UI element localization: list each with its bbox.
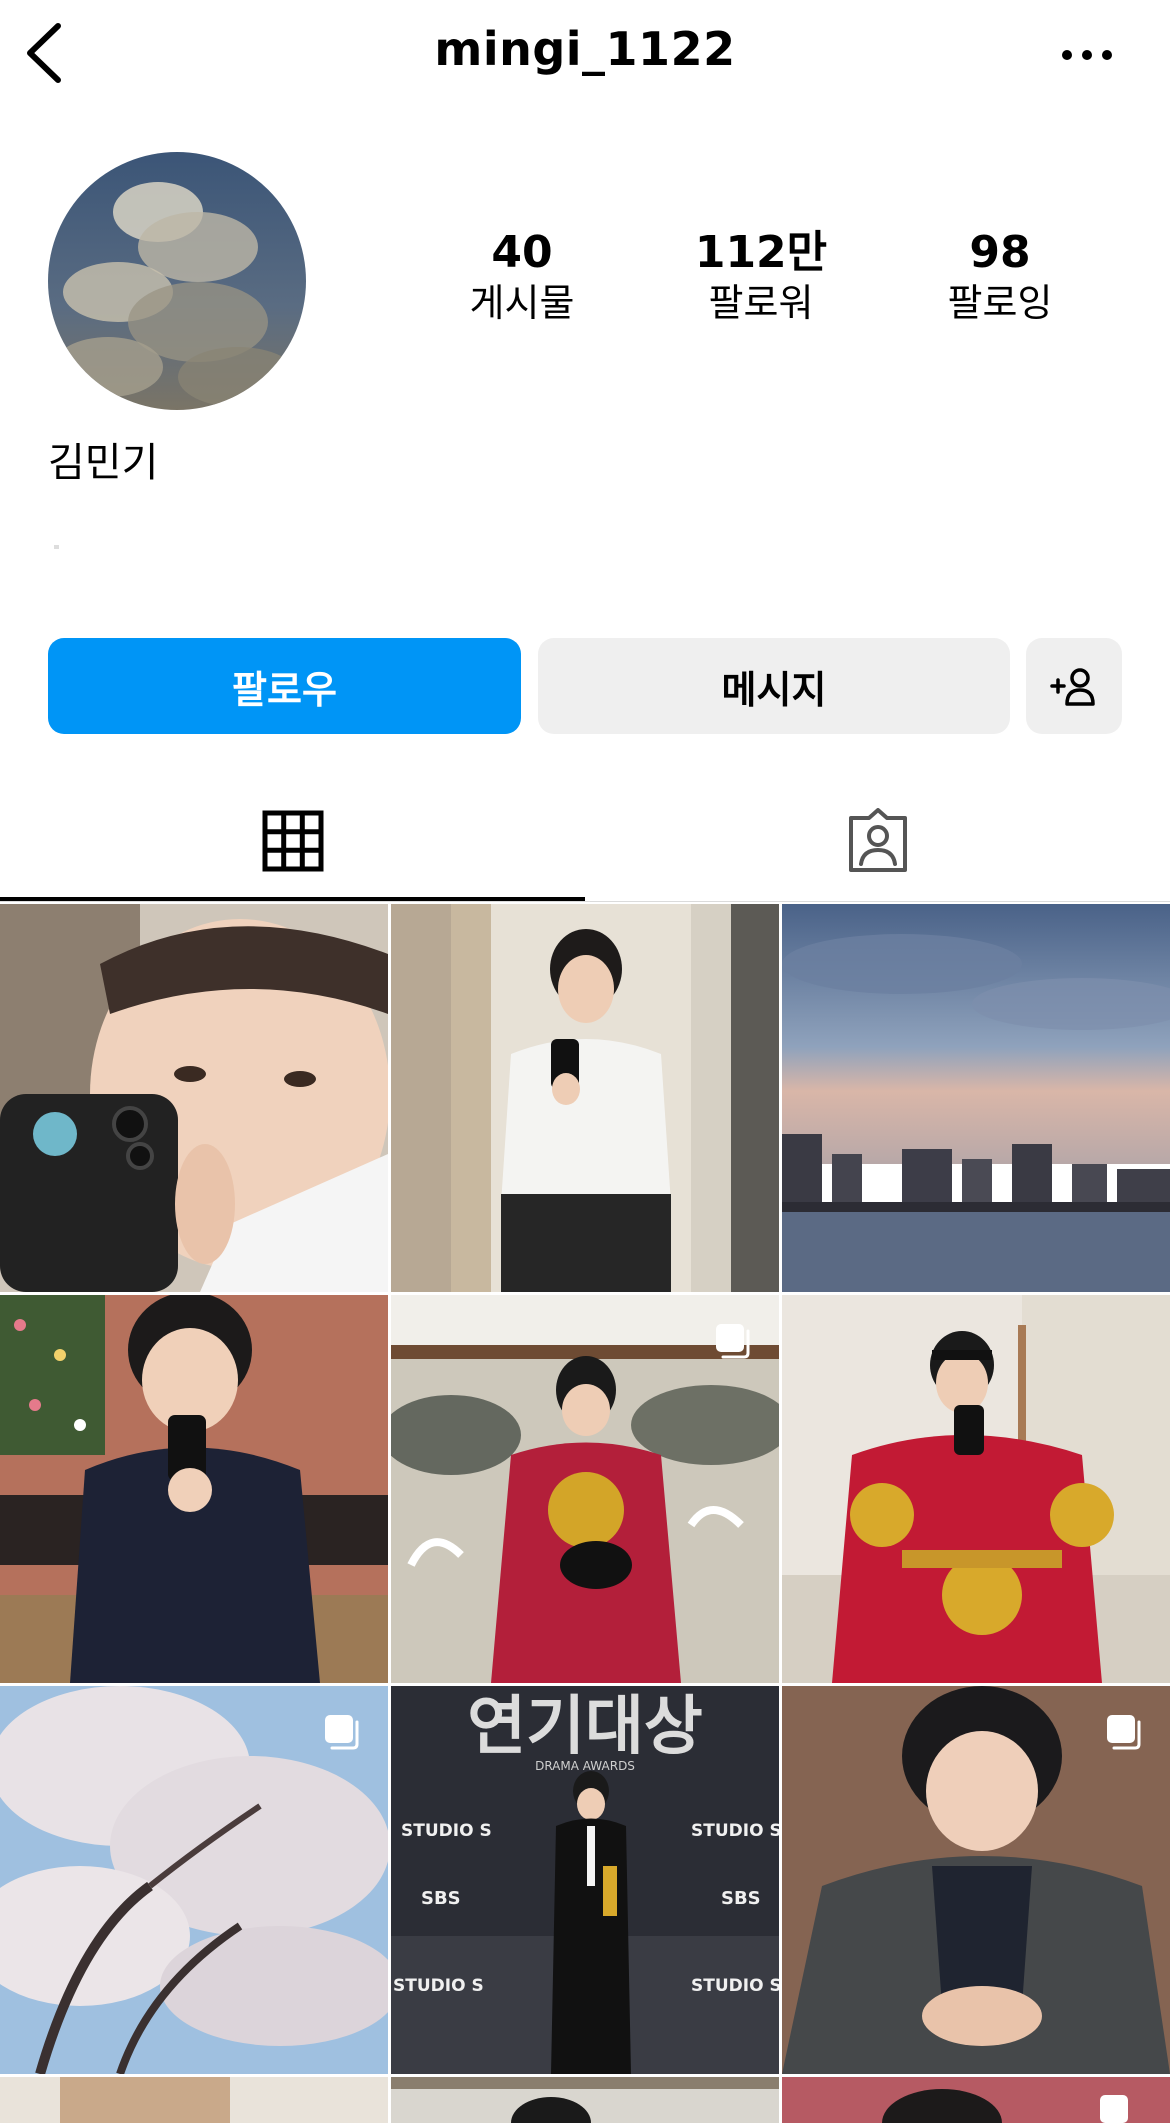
- profile-tabs: [0, 780, 1170, 902]
- backdrop-logo: SBS: [421, 1888, 461, 1909]
- post-thumbnail[interactable]: [0, 1686, 388, 2074]
- post-thumbnail[interactable]: [782, 2077, 1170, 2123]
- following-label: 팔로잉: [947, 281, 1053, 325]
- post-thumbnail[interactable]: [0, 904, 388, 1292]
- post-thumbnail[interactable]: 연기대상 DRAMA AWARDS STUDIO S SBS STUDIO S …: [391, 1686, 779, 2074]
- more-horizontal-icon: [1062, 50, 1112, 60]
- multiple-photos-icon: [1107, 1715, 1141, 1750]
- message-button-label: 메시지: [721, 667, 827, 712]
- avatar[interactable]: [48, 152, 306, 410]
- stat-following[interactable]: 98 팔로잉: [890, 228, 1110, 328]
- followers-count: 112만: [694, 227, 828, 278]
- bio-placeholder: [54, 545, 59, 549]
- followers-label: 팔로워: [708, 281, 814, 325]
- tab-tagged[interactable]: [585, 780, 1170, 902]
- follow-button-label: 팔로우: [232, 667, 337, 712]
- follow-button[interactable]: 팔로우: [48, 638, 521, 734]
- backdrop-logo: STUDIO S: [393, 1976, 484, 1996]
- top-bar: mingi_1122: [0, 0, 1170, 110]
- grid-icon: [262, 810, 323, 872]
- multiple-photos-icon: [716, 1324, 750, 1359]
- awards-sign-title: 연기대상: [467, 1690, 703, 1764]
- stat-followers[interactable]: 112만 팔로워: [651, 228, 871, 328]
- post-thumbnail[interactable]: [391, 1295, 779, 1683]
- stat-posts[interactable]: 40 게시물: [412, 228, 632, 328]
- post-thumbnail[interactable]: [0, 2077, 388, 2123]
- post-thumbnail[interactable]: [0, 1295, 388, 1683]
- awards-sign-subtitle: DRAMA AWARDS: [535, 1759, 635, 1773]
- post-thumbnail[interactable]: [391, 2077, 779, 2123]
- profile-username: mingi_1122: [434, 22, 736, 76]
- message-button[interactable]: 메시지: [538, 638, 1010, 734]
- suggest-accounts-button[interactable]: [1026, 638, 1122, 734]
- posts-count: 40: [491, 227, 553, 278]
- tab-posts-grid[interactable]: [0, 780, 585, 902]
- post-thumbnail[interactable]: [782, 1686, 1170, 2074]
- profile-full-name: 김민기: [48, 440, 159, 486]
- posts-label: 게시물: [469, 281, 575, 325]
- tagged-person-icon: [848, 808, 907, 872]
- tabs-divider: [0, 901, 1170, 902]
- following-count: 98: [969, 227, 1031, 278]
- backdrop-logo: SBS: [721, 1888, 761, 1909]
- add-person-icon: [1050, 668, 1095, 706]
- more-options-button[interactable]: [1052, 30, 1122, 80]
- post-thumbnail[interactable]: [782, 904, 1170, 1292]
- post-thumbnail[interactable]: [391, 904, 779, 1292]
- backdrop-logo: STUDIO S: [401, 1821, 492, 1841]
- post-thumbnail[interactable]: [782, 1295, 1170, 1683]
- multiple-photos-icon: [325, 1715, 359, 1750]
- backdrop-logo: STUDIO S: [691, 1976, 779, 1996]
- backdrop-logo: STUDIO S: [691, 1821, 779, 1841]
